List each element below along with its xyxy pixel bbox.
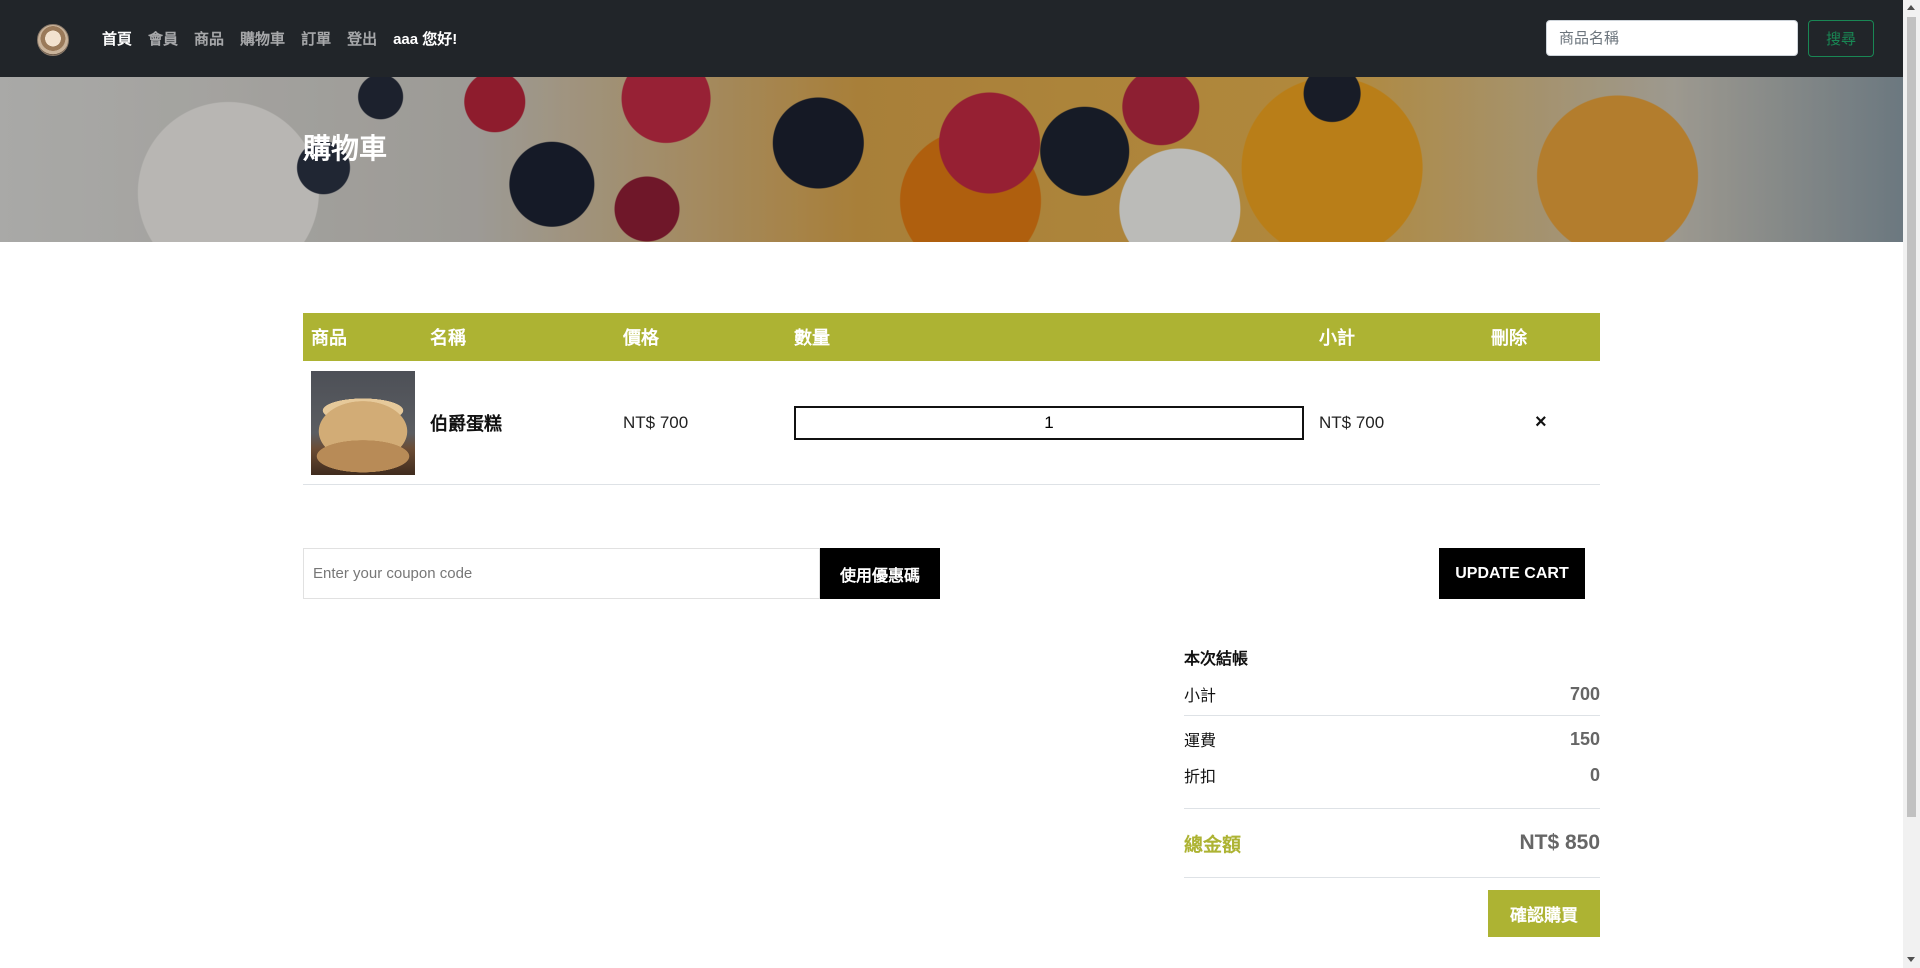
search-button[interactable]: 搜尋 <box>1808 20 1874 57</box>
header-product: 商品 <box>303 313 422 361</box>
nav-link-member[interactable]: 會員 <box>148 28 178 49</box>
remove-item-icon[interactable]: × <box>1535 411 1547 434</box>
nav-link-cart[interactable]: 購物車 <box>240 28 285 49</box>
quantity-input[interactable] <box>794 405 1304 440</box>
hero-banner: 購物車 <box>0 77 1903 242</box>
header-subtotal: 小計 <box>1311 313 1483 361</box>
checkout-summary: 本次結帳 小計 700 運費 150 折扣 0 總金額 NT$ 850 確認購買 <box>1184 645 1600 937</box>
confirm-purchase-button[interactable]: 確認購買 <box>1488 890 1600 937</box>
coupon-input[interactable] <box>303 548 820 599</box>
top-navbar: 首頁 會員 商品 購物車 訂單 登出 aaa 您好! 搜尋 <box>0 0 1903 77</box>
scroll-up-arrow-icon[interactable] <box>1907 5 1915 10</box>
discount-value: 0 <box>1589 764 1600 785</box>
scroll-down-arrow-icon[interactable] <box>1907 957 1915 962</box>
summary-divider <box>1184 808 1600 809</box>
table-row: 伯爵蛋糕 NT$ 700 NT$ 700 × <box>303 361 1600 485</box>
user-greeting: aaa 您好! <box>393 31 458 48</box>
search-input[interactable] <box>1546 20 1798 56</box>
header-price: 價格 <box>615 313 786 361</box>
nav-links: 首頁 會員 商品 購物車 訂單 登出 aaa 您好! <box>102 28 457 49</box>
table-header-row: 商品 名稱 價格 數量 小計 刪除 <box>303 313 1600 361</box>
quantity-cell <box>786 361 1311 485</box>
vertical-scrollbar[interactable] <box>1903 0 1920 968</box>
nav-link-home[interactable]: 首頁 <box>102 28 132 49</box>
apply-coupon-button[interactable]: 使用優惠碼 <box>820 548 940 599</box>
nav-link-products[interactable]: 商品 <box>194 28 224 49</box>
summary-total-row: 總金額 NT$ 850 <box>1184 829 1600 857</box>
remove-cell: × <box>1483 361 1600 485</box>
shipping-value: 150 <box>1569 728 1600 749</box>
header-quantity: 數量 <box>786 313 1311 361</box>
summary-subtotal-row: 小計 700 <box>1184 681 1600 707</box>
nav-link-orders[interactable]: 訂單 <box>301 28 331 49</box>
product-image-cell <box>303 361 422 485</box>
brand-logo[interactable] <box>37 24 69 56</box>
page-title: 購物車 <box>303 133 388 164</box>
product-name: 伯爵蛋糕 <box>430 413 502 434</box>
summary-title: 本次結帳 <box>1184 651 1249 668</box>
summary-divider <box>1184 715 1600 716</box>
product-price: NT$ 700 <box>615 361 786 485</box>
cart-table: 商品 名稱 價格 數量 小計 刪除 伯爵蛋糕 NT$ 700 NT$ 700 × <box>303 313 1600 485</box>
product-image <box>311 370 415 475</box>
subtotal-label: 小計 <box>1184 688 1217 705</box>
product-subtotal: NT$ 700 <box>1311 361 1483 485</box>
discount-label: 折扣 <box>1184 769 1217 786</box>
shipping-label: 運費 <box>1184 733 1217 750</box>
product-name-cell: 伯爵蛋糕 <box>422 361 615 485</box>
update-cart-button[interactable]: UPDATE CART <box>1439 548 1585 599</box>
summary-shipping-row: 運費 150 <box>1184 726 1600 752</box>
subtotal-value: 700 <box>1569 683 1600 704</box>
total-label: 總金額 <box>1184 834 1242 856</box>
nav-link-logout[interactable]: 登出 <box>347 28 377 49</box>
header-delete: 刪除 <box>1483 313 1600 361</box>
summary-divider <box>1184 877 1600 878</box>
total-value: NT$ 850 <box>1519 831 1600 854</box>
scroll-thumb[interactable] <box>1907 17 1916 817</box>
header-name: 名稱 <box>422 313 615 361</box>
summary-discount-row: 折扣 0 <box>1184 762 1600 788</box>
